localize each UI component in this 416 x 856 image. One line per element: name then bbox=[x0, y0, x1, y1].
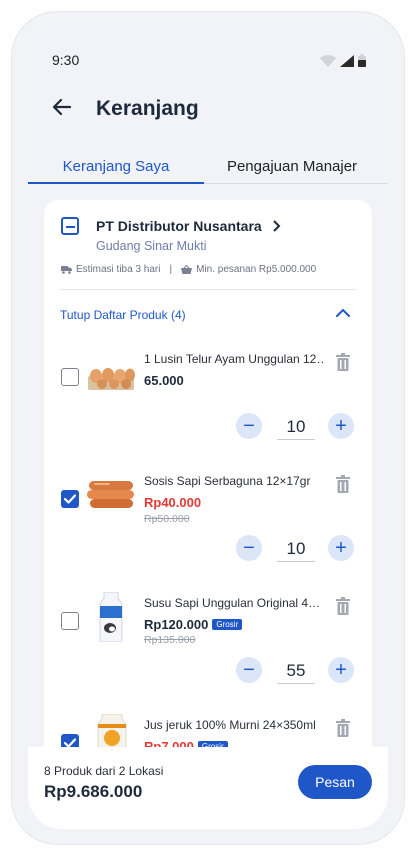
collapse-product-list[interactable]: Tutup Daftar Produk (4) bbox=[60, 308, 186, 322]
tab-manager-request[interactable]: Pengajuan Manajer bbox=[212, 158, 372, 175]
tab-my-cart[interactable]: Keranjang Saya bbox=[28, 158, 204, 175]
basket-icon bbox=[181, 265, 193, 274]
delivery-estimate: Estimasi tiba 3 hari bbox=[76, 264, 161, 275]
arrow-left-icon bbox=[52, 98, 72, 116]
back-button[interactable] bbox=[50, 95, 74, 119]
meta-separator: | bbox=[169, 264, 173, 275]
product-name: Jus jeruk 100% Murni 24×350ml bbox=[144, 718, 316, 732]
cart-summary: 8 Produk dari 2 Lokasi bbox=[44, 764, 164, 778]
min-order: Min. pesanan Rp5.000.000 bbox=[196, 264, 317, 275]
tab-active-indicator bbox=[28, 182, 204, 184]
increase-button[interactable]: + bbox=[328, 657, 354, 683]
sausage-image bbox=[87, 481, 134, 508]
check-icon bbox=[63, 494, 77, 504]
product-price: Rp120.000 bbox=[144, 617, 209, 632]
quantity-value[interactable]: 10 bbox=[277, 539, 315, 562]
wholesale-badge: Grosir bbox=[212, 619, 243, 630]
card-divider bbox=[60, 289, 356, 290]
milk-carton-image bbox=[99, 592, 123, 642]
trash-icon[interactable] bbox=[336, 719, 350, 737]
product-price: Rp40.000 bbox=[144, 495, 202, 510]
trash-icon[interactable] bbox=[336, 475, 350, 493]
order-button[interactable]: Pesan bbox=[298, 765, 372, 799]
wifi-icon bbox=[320, 54, 336, 67]
product-name: Susu Sapi Unggulan Original 4… bbox=[144, 596, 321, 610]
product-name: 1 Lusin Telur Ayam Unggulan 12… bbox=[144, 352, 324, 366]
product-price: 65.000 bbox=[144, 373, 184, 388]
decrease-button[interactable]: − bbox=[236, 657, 262, 683]
truck-icon bbox=[61, 266, 72, 274]
product-checkbox[interactable] bbox=[61, 368, 79, 386]
supplier-meta: Estimasi tiba 3 hari | Min. pesanan Rp5.… bbox=[61, 264, 316, 275]
increase-button[interactable]: + bbox=[328, 413, 354, 439]
decrease-button[interactable]: − bbox=[236, 535, 262, 561]
trash-icon[interactable] bbox=[336, 353, 350, 371]
product-old-price: Rp50.000 bbox=[144, 513, 190, 525]
battery-icon bbox=[358, 54, 366, 67]
app-screen: 9:30 Keranjang Keranjang Saya Pengajuan … bbox=[28, 27, 388, 829]
supplier-name-text: PT Distributor Nusantara bbox=[96, 218, 262, 234]
product-checkbox[interactable] bbox=[61, 490, 79, 508]
decrease-button[interactable]: − bbox=[236, 413, 262, 439]
product-checkbox[interactable] bbox=[61, 612, 79, 630]
status-time: 9:30 bbox=[52, 52, 80, 68]
chevron-right-icon bbox=[272, 220, 281, 232]
product-old-price: Rp135.000 bbox=[144, 634, 196, 646]
page-title: Keranjang bbox=[96, 97, 199, 120]
increase-button[interactable]: + bbox=[328, 535, 354, 561]
supplier-name[interactable]: PT Distributor Nusantara bbox=[96, 218, 282, 234]
status-icons bbox=[320, 54, 366, 67]
trash-icon[interactable] bbox=[336, 597, 350, 615]
cart-total: Rp9.686.000 bbox=[44, 782, 143, 801]
supplier-checkbox[interactable] bbox=[61, 217, 79, 235]
quantity-value[interactable]: 10 bbox=[277, 417, 315, 440]
chevron-up-icon[interactable] bbox=[336, 308, 350, 318]
product-price-row: Rp120.000 Grosir bbox=[144, 617, 243, 632]
product-name: Sosis Sapi Serbaguna 12×17gr bbox=[144, 474, 311, 488]
warehouse-name: Gudang Sinar Mukti bbox=[96, 239, 207, 253]
egg-tray-image bbox=[88, 368, 135, 390]
signal-icon bbox=[340, 54, 354, 67]
quantity-value[interactable]: 55 bbox=[277, 661, 315, 684]
